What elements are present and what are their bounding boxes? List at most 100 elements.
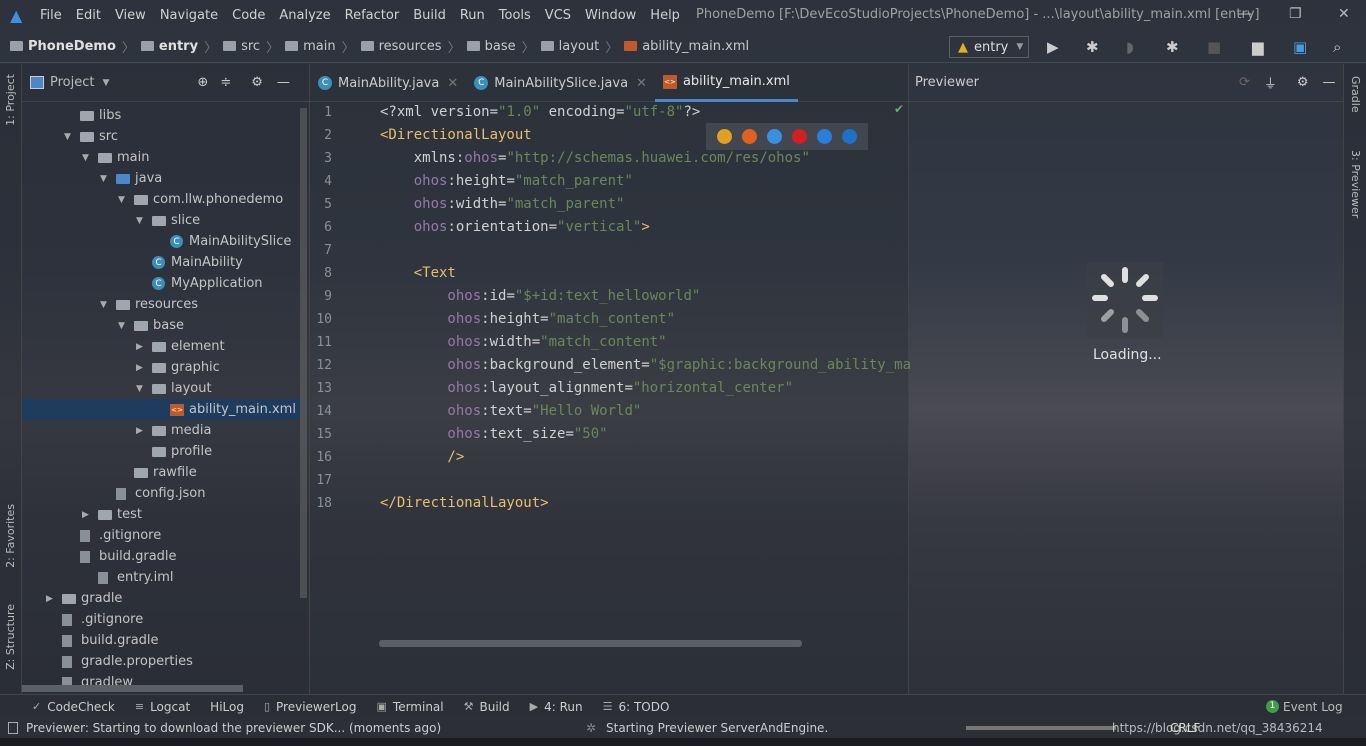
expanded-arrow-icon[interactable]: ▼ [118,195,128,205]
project-structure-icon[interactable]: ▆ [1252,38,1264,56]
tool-logcat[interactable]: ≡ Logcat [135,700,190,714]
tool-hilog[interactable]: HiLog [210,700,244,714]
event-log-button[interactable]: 1 Event Log [1266,700,1343,714]
menu-help[interactable]: Help [650,8,680,23]
code-editor[interactable]: C MainAbility.java ✕ C MainAbilitySlice.java… [309,64,910,694]
gear-icon[interactable]: ⚙ [251,75,263,90]
tree-item[interactable]: ▶ graphic [22,357,300,378]
tab-ability_main-xml[interactable]: <> ability_main.xml [654,64,798,102]
tree-item[interactable]: ▶ test [22,504,300,525]
previewer-tool-button[interactable]: 3: Previewer [1349,150,1362,218]
tool-window-toggle-icon[interactable] [8,722,18,734]
tool-6-todo[interactable]: ☰ 6: TODO [603,700,670,714]
tree-item[interactable]: ▶ element [22,336,300,357]
stop-icon[interactable]: ■ [1207,38,1221,56]
maximize-icon[interactable]: ❐ [1289,6,1302,22]
tab-mainabilityslice-java[interactable]: C MainAbilitySlice.java ✕ [466,64,655,102]
minimize-icon[interactable]: — [1238,6,1252,22]
tree-item[interactable]: ▼ main [22,147,300,168]
collapsed-arrow-icon[interactable]: ▶ [82,510,92,520]
tree-item[interactable]: ▼ base [22,315,300,336]
collapse-all-icon[interactable]: ≑ [220,75,231,90]
tool-terminal[interactable]: ▣ Terminal [377,700,444,714]
close-tab-icon[interactable]: ✕ [447,76,458,91]
project-hscrollbar[interactable] [22,685,243,692]
breadcrumb-item[interactable]: base [466,39,516,54]
breadcrumb-item[interactable]: layout [540,39,599,54]
breadcrumb-item[interactable]: src [223,39,260,54]
breadcrumb-item[interactable]: resources [360,39,442,54]
tree-item[interactable]: ▼ layout [22,378,300,399]
hide-icon[interactable]: — [1323,75,1336,90]
menu-window[interactable]: Window [585,8,636,23]
tree-item[interactable]: <> ability_main.xml [22,399,300,420]
tree-item[interactable]: .gitignore [22,525,300,546]
project-view-selector[interactable]: Project [50,75,94,90]
breadcrumb-item[interactable]: PhoneDemo [10,39,116,54]
menu-run[interactable]: Run [460,8,485,23]
close-tab-icon[interactable]: ✕ [636,76,647,91]
gear-icon[interactable]: ⚙ [1297,75,1309,90]
menu-analyze[interactable]: Analyze [279,8,330,23]
tree-item[interactable]: ▼ src [22,126,300,147]
opera-icon[interactable] [792,129,807,144]
tree-item[interactable]: build.gradle [22,630,300,651]
tool-codecheck[interactable]: ✓ CodeCheck [32,700,115,714]
tree-item[interactable]: libs [22,105,300,126]
tool-4-run[interactable]: ▶ 4: Run [530,700,583,714]
expanded-arrow-icon[interactable]: ▼ [136,384,146,394]
collapsed-arrow-icon[interactable]: ▶ [136,426,146,436]
editor-hscrollbar[interactable] [379,640,802,647]
menu-code[interactable]: Code [232,8,265,23]
tree-item[interactable]: profile [22,441,300,462]
expanded-arrow-icon[interactable]: ▼ [64,132,74,142]
tab-mainability-java[interactable]: C MainAbility.java ✕ [310,64,466,102]
expanded-arrow-icon[interactable]: ▼ [100,300,110,310]
tree-item[interactable]: C MainAbilitySlice [22,231,300,252]
device-manager-icon[interactable]: ▣ [1293,38,1307,56]
expanded-arrow-icon[interactable]: ▼ [118,321,128,331]
expanded-arrow-icon[interactable]: ▼ [100,174,110,184]
tree-item[interactable]: ▼ com.llw.phonedemo [22,189,300,210]
breadcrumb-item[interactable]: main [285,39,336,54]
tree-item[interactable]: entry.iml [22,567,300,588]
breadcrumb-item[interactable]: entry [140,39,198,54]
menu-tools[interactable]: Tools [499,8,531,23]
plug-icon[interactable]: ⏚ [1264,73,1277,92]
expanded-arrow-icon[interactable]: ▼ [136,216,146,226]
safari-icon[interactable] [767,129,782,144]
menu-refactor[interactable]: Refactor [345,8,400,23]
close-icon[interactable]: ✕ [1338,6,1350,22]
search-icon[interactable]: ⌕ [1333,38,1341,56]
menu-view[interactable]: View [115,8,146,23]
chrome-icon[interactable] [717,129,732,144]
locate-icon[interactable]: ⊕ [197,75,208,90]
collapsed-arrow-icon[interactable]: ▶ [136,342,146,352]
menu-edit[interactable]: Edit [76,8,101,23]
tree-item[interactable]: C MainAbility [22,252,300,273]
favorites-tool-button[interactable]: 2: Favorites [4,504,17,568]
tree-item[interactable]: ▼ resources [22,294,300,315]
tree-item[interactable]: C MyApplication [22,273,300,294]
run-icon[interactable]: ▶ [1047,38,1059,56]
menu-build[interactable]: Build [413,8,446,23]
tool-previewerlog[interactable]: ▯ PreviewerLog [264,700,357,714]
tool-build[interactable]: ⚒ Build [464,700,510,714]
firefox-icon[interactable] [742,129,757,144]
tree-item[interactable]: gradle.properties [22,651,300,672]
tree-item[interactable]: build.gradle [22,546,300,567]
ie-icon[interactable] [817,129,832,144]
tree-item[interactable]: ▼ slice [22,210,300,231]
refresh-icon[interactable]: ⟳ [1239,75,1250,90]
profile-icon[interactable]: ✱ [1166,38,1179,56]
tree-item[interactable]: ▶ gradle [22,588,300,609]
tree-item[interactable]: config.json [22,483,300,504]
menu-navigate[interactable]: Navigate [160,8,218,23]
chevron-down-icon[interactable]: ▼ [102,78,109,88]
collapsed-arrow-icon[interactable]: ▶ [136,363,146,373]
hide-icon[interactable]: — [277,75,290,90]
breadcrumb-item[interactable]: ability_main.xml [624,39,749,54]
gradle-tool-button[interactable]: Gradle [1349,76,1362,113]
expanded-arrow-icon[interactable]: ▼ [82,153,92,163]
project-tool-button[interactable]: 1: Project [4,74,17,126]
